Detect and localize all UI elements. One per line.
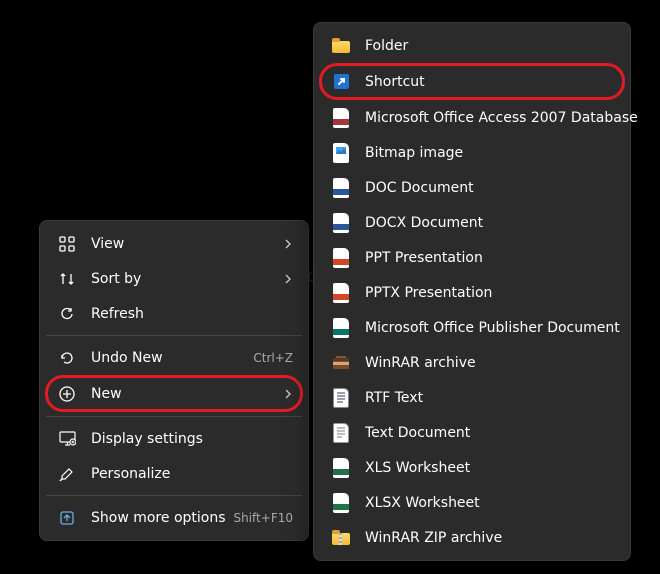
menu-accelerator: Ctrl+Z: [253, 351, 293, 365]
chevron-right-icon: [283, 239, 293, 249]
menu-label: PPT Presentation: [365, 250, 615, 266]
menu-label: Display settings: [91, 431, 293, 447]
menu-label: XLSX Worksheet: [365, 495, 615, 511]
submenu-item-text[interactable]: Text Document: [319, 415, 625, 450]
menu-label: Microsoft Office Access 2007 Database: [365, 110, 638, 126]
menu-item-personalize[interactable]: Personalize: [45, 456, 303, 491]
menu-item-view[interactable]: View: [45, 226, 303, 261]
folder-icon: [331, 36, 351, 56]
paint-icon: [57, 464, 77, 484]
menu-label: Undo New: [91, 350, 253, 366]
text-file-icon: [331, 423, 351, 443]
menu-label: DOC Document: [365, 180, 615, 196]
menu-label: Refresh: [91, 306, 293, 322]
menu-item-show-more-options[interactable]: Show more options Shift+F10: [45, 500, 303, 535]
grid-icon: [57, 234, 77, 254]
menu-label: New: [91, 386, 283, 402]
more-options-icon: [57, 508, 77, 528]
publisher-file-icon: [331, 318, 351, 338]
menu-item-new[interactable]: New: [45, 375, 303, 412]
menu-item-sort-by[interactable]: Sort by: [45, 261, 303, 296]
submenu-item-doc[interactable]: DOC Document: [319, 170, 625, 205]
submenu-item-access-db[interactable]: Microsoft Office Access 2007 Database: [319, 100, 625, 135]
menu-separator: [46, 416, 302, 417]
new-submenu: Folder Shortcut Microsoft Office Access …: [313, 22, 631, 561]
menu-label: WinRAR ZIP archive: [365, 530, 615, 546]
doc-file-icon: [331, 178, 351, 198]
menu-item-refresh[interactable]: Refresh: [45, 296, 303, 331]
display-icon: [57, 429, 77, 449]
menu-label: Microsoft Office Publisher Document: [365, 320, 620, 336]
menu-label: Show more options: [91, 510, 233, 526]
menu-label: DOCX Document: [365, 215, 615, 231]
menu-separator: [46, 335, 302, 336]
menu-label: WinRAR archive: [365, 355, 615, 371]
menu-label: Text Document: [365, 425, 615, 441]
desktop-context-menu: View Sort by Refresh Undo New Ctrl+Z New: [39, 220, 309, 541]
xlsx-file-icon: [331, 493, 351, 513]
access-file-icon: [331, 108, 351, 128]
xls-file-icon: [331, 458, 351, 478]
submenu-item-winrar[interactable]: WinRAR archive: [319, 345, 625, 380]
menu-label: View: [91, 236, 283, 252]
refresh-icon: [57, 304, 77, 324]
submenu-item-shortcut[interactable]: Shortcut: [319, 63, 625, 100]
menu-label: Personalize: [91, 466, 293, 482]
rtf-file-icon: [331, 388, 351, 408]
menu-label: RTF Text: [365, 390, 615, 406]
submenu-item-docx[interactable]: DOCX Document: [319, 205, 625, 240]
bitmap-file-icon: [331, 143, 351, 163]
menu-item-display-settings[interactable]: Display settings: [45, 421, 303, 456]
rar-file-icon: [331, 353, 351, 373]
menu-label: Shortcut: [365, 74, 615, 90]
menu-accelerator: Shift+F10: [233, 511, 293, 525]
menu-label: Sort by: [91, 271, 283, 287]
menu-label: XLS Worksheet: [365, 460, 615, 476]
menu-separator: [46, 495, 302, 496]
submenu-item-folder[interactable]: Folder: [319, 28, 625, 63]
submenu-item-pptx[interactable]: PPTX Presentation: [319, 275, 625, 310]
menu-label: Bitmap image: [365, 145, 615, 161]
shortcut-icon: [331, 72, 351, 92]
submenu-item-publisher[interactable]: Microsoft Office Publisher Document: [319, 310, 625, 345]
pptx-file-icon: [331, 283, 351, 303]
chevron-right-icon: [283, 389, 293, 399]
menu-label: PPTX Presentation: [365, 285, 615, 301]
submenu-item-xlsx[interactable]: XLSX Worksheet: [319, 485, 625, 520]
ppt-file-icon: [331, 248, 351, 268]
zip-file-icon: [331, 528, 351, 548]
menu-label: Folder: [365, 38, 615, 54]
docx-file-icon: [331, 213, 351, 233]
undo-icon: [57, 348, 77, 368]
menu-item-undo-new[interactable]: Undo New Ctrl+Z: [45, 340, 303, 375]
submenu-item-ppt[interactable]: PPT Presentation: [319, 240, 625, 275]
sort-icon: [57, 269, 77, 289]
chevron-right-icon: [283, 274, 293, 284]
plus-circle-icon: [57, 384, 77, 404]
submenu-item-xls[interactable]: XLS Worksheet: [319, 450, 625, 485]
submenu-item-bitmap[interactable]: Bitmap image: [319, 135, 625, 170]
submenu-item-zip[interactable]: WinRAR ZIP archive: [319, 520, 625, 555]
submenu-item-rtf[interactable]: RTF Text: [319, 380, 625, 415]
